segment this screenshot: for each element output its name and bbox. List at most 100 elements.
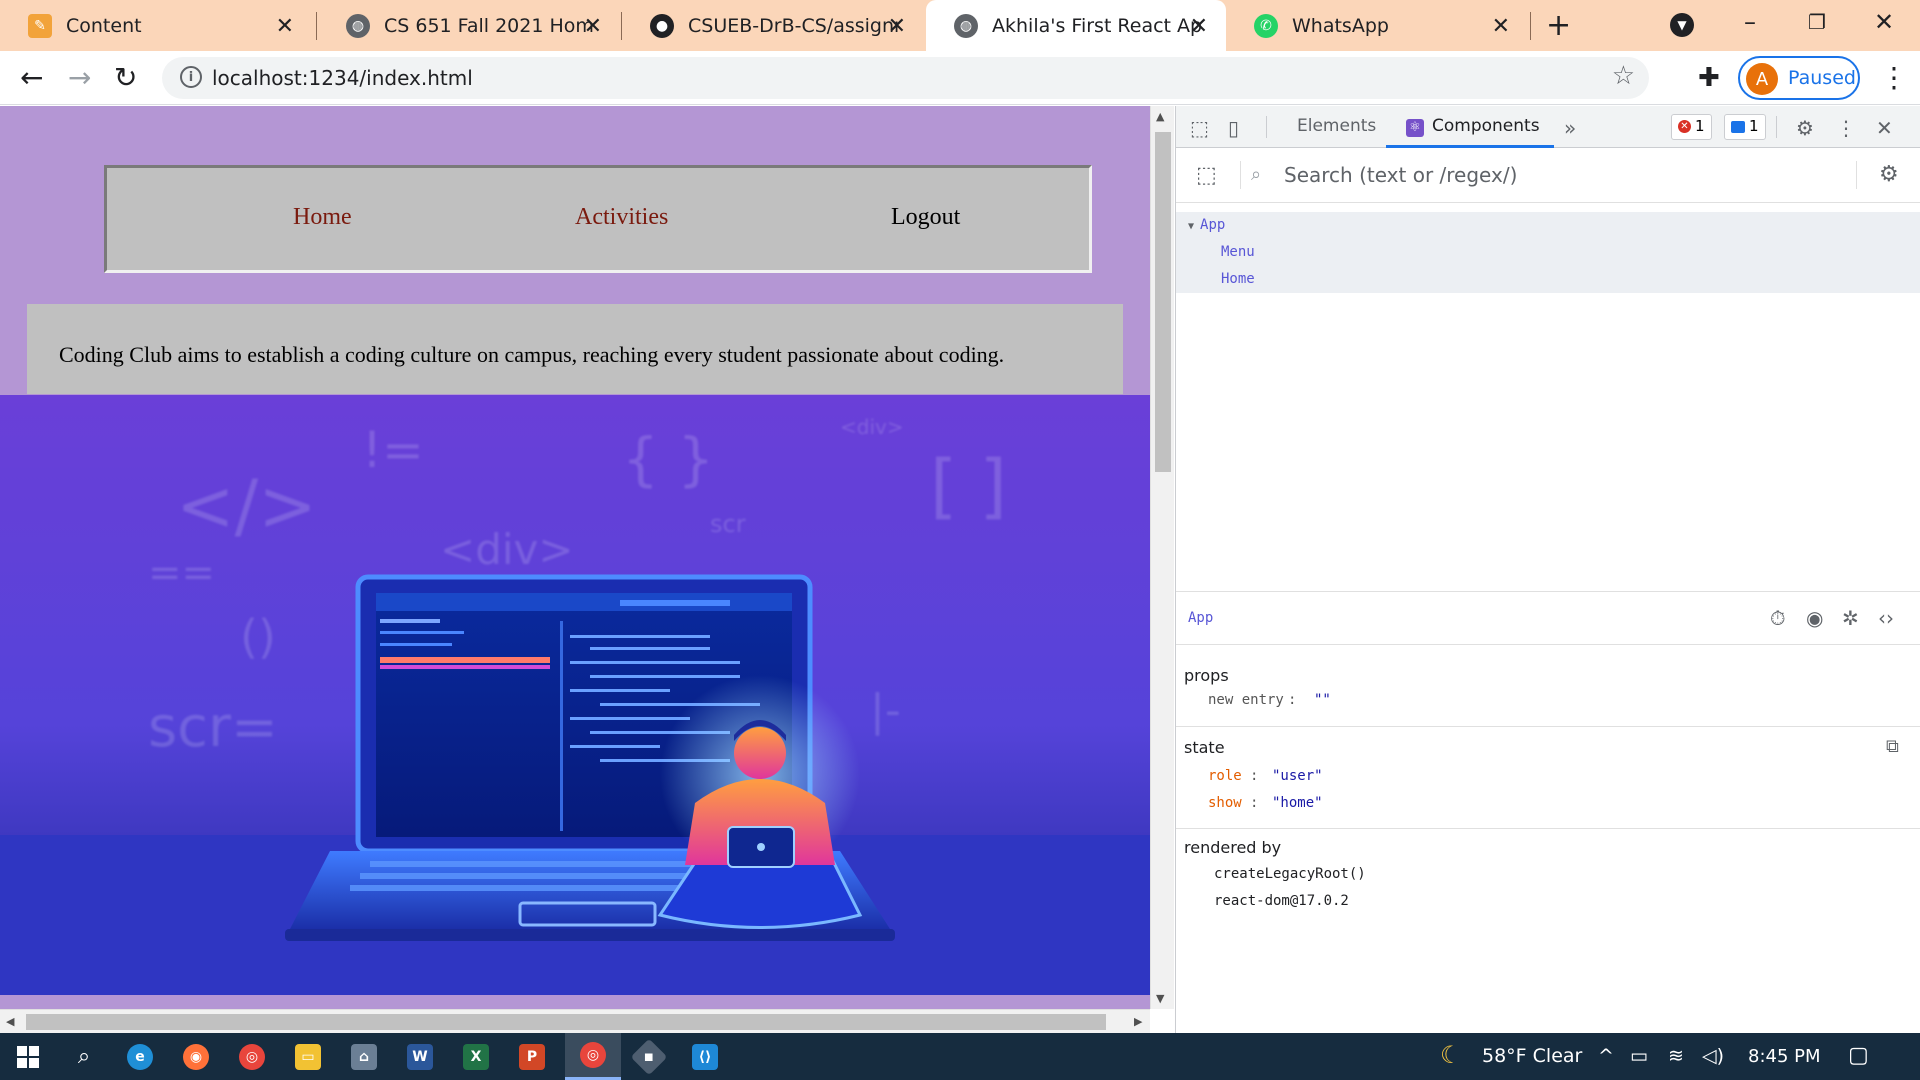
page-vertical-scrollbar[interactable]: ▲ ▼: [1150, 106, 1174, 1009]
tab-elements[interactable]: Elements: [1297, 116, 1376, 136]
powerpoint-icon[interactable]: P: [504, 1033, 560, 1080]
prop-key[interactable]: new entry: [1208, 692, 1284, 708]
moon-weather-icon[interactable]: ☾: [1440, 1041, 1462, 1069]
edge-icon[interactable]: e: [112, 1033, 168, 1080]
collapse-triangle-icon[interactable]: ▼: [1188, 213, 1194, 240]
store-icon[interactable]: ⌂: [336, 1033, 392, 1080]
nav-activities-link[interactable]: Activities: [575, 204, 668, 231]
address-bar[interactable]: i localhost:1234/index.html ☆: [162, 57, 1649, 99]
devtools-panel: ⬚ ▯ Elements ⚛ Components » ✕ 1 1 ⚙ ⋮ ✕ ⬚…: [1175, 106, 1920, 1033]
word-icon[interactable]: W: [392, 1033, 448, 1080]
devtools-menu-icon[interactable]: ⋮: [1836, 116, 1856, 140]
colon: :: [1250, 768, 1259, 784]
close-tab-icon[interactable]: ✕: [1492, 14, 1510, 39]
close-tab-icon[interactable]: ✕: [1190, 14, 1208, 39]
globe-icon: ◍: [346, 13, 370, 38]
prop-value[interactable]: "": [1314, 692, 1331, 708]
notifications-icon[interactable]: ▢: [1848, 1043, 1869, 1068]
firefox-icon[interactable]: ◉: [168, 1033, 224, 1080]
minimize-icon[interactable]: –: [1744, 8, 1756, 36]
pencil-note-icon: ✎: [28, 13, 52, 38]
profile-status: Paused: [1788, 67, 1856, 89]
tab-separator: [316, 12, 317, 40]
site-info-icon[interactable]: i: [180, 66, 202, 88]
state-value[interactable]: "user": [1272, 768, 1323, 784]
clock[interactable]: 8:45 PM: [1748, 1046, 1821, 1067]
state-key[interactable]: show: [1208, 795, 1242, 811]
bug-icon[interactable]: ✲: [1842, 606, 1859, 630]
tree-node-app[interactable]: ▼ App: [1176, 212, 1920, 239]
back-icon[interactable]: ←: [20, 61, 43, 94]
eye-icon[interactable]: ◉: [1806, 606, 1823, 630]
vscode-icon[interactable]: ⟨⟩: [677, 1033, 733, 1080]
new-tab-icon[interactable]: +: [1546, 8, 1571, 43]
scroll-down-arrow-icon[interactable]: ▼: [1156, 992, 1164, 1005]
nav-home-link[interactable]: Home: [293, 204, 352, 231]
page-horizontal-scrollbar[interactable]: ◀ ▶: [0, 1009, 1150, 1033]
tree-node-menu[interactable]: Menu: [1176, 239, 1920, 266]
stopwatch-icon[interactable]: ⏱: [1770, 606, 1786, 630]
divider: [1776, 116, 1777, 138]
tab-react-app[interactable]: ◍ Akhila's First React App ✕: [926, 0, 1226, 51]
window-close-icon[interactable]: ✕: [1874, 8, 1894, 36]
device-toolbar-icon[interactable]: ▯: [1228, 116, 1239, 140]
state-key[interactable]: role: [1208, 768, 1242, 784]
file-explorer-icon[interactable]: ▭: [280, 1033, 336, 1080]
message-count-badge[interactable]: 1: [1724, 114, 1766, 140]
close-tab-icon[interactable]: ✕: [276, 14, 294, 39]
browser-menu-icon[interactable]: ⋮: [1880, 61, 1908, 94]
more-tabs-chevron-icon[interactable]: »: [1564, 116, 1576, 140]
tab-homework[interactable]: ◍ CS 651 Fall 2021 Homework ✕: [318, 0, 620, 51]
url-text[interactable]: localhost:1234/index.html: [212, 66, 473, 90]
battery-icon[interactable]: ▭: [1630, 1045, 1648, 1067]
scroll-left-arrow-icon[interactable]: ◀: [6, 1015, 14, 1028]
tab-search-icon[interactable]: ▼: [1670, 13, 1694, 37]
error-count-badge[interactable]: ✕ 1: [1671, 114, 1712, 140]
tab-content[interactable]: ✎ Content ✕: [0, 0, 312, 51]
tab-strip: ✎ Content ✕ ◍ CS 651 Fall 2021 Homework …: [0, 0, 1920, 51]
forward-icon[interactable]: →: [68, 61, 91, 94]
copy-icon[interactable]: ⧉: [1886, 736, 1899, 757]
close-devtools-icon[interactable]: ✕: [1876, 116, 1893, 140]
reload-icon[interactable]: ↻: [114, 61, 137, 94]
profile-button[interactable]: A Paused: [1738, 56, 1860, 100]
state-value[interactable]: "home": [1272, 795, 1323, 811]
inspect-element-icon[interactable]: ⬚: [1190, 116, 1209, 140]
tab-whatsapp[interactable]: ✆ WhatsApp ✕: [1226, 0, 1528, 51]
volume-icon[interactable]: ◁): [1702, 1045, 1724, 1067]
settings-gear-icon[interactable]: ⚙: [1796, 116, 1814, 140]
component-settings-gear-icon[interactable]: ⚙: [1879, 162, 1899, 187]
wifi-icon[interactable]: ≋: [1668, 1045, 1684, 1067]
scroll-up-arrow-icon[interactable]: ▲: [1156, 110, 1164, 123]
view-source-icon[interactable]: ‹›: [1878, 606, 1894, 630]
bookmark-star-icon[interactable]: ☆: [1612, 61, 1635, 91]
select-component-icon[interactable]: ⬚: [1196, 163, 1217, 188]
component-tree: ▼ App Menu Home: [1176, 212, 1920, 293]
restore-icon[interactable]: ❐: [1808, 10, 1826, 34]
search-icon[interactable]: ⌕: [56, 1033, 112, 1080]
whatsapp-icon: ✆: [1254, 13, 1278, 38]
scrollbar-thumb[interactable]: [1155, 132, 1171, 472]
windows-start-icon[interactable]: [0, 1033, 56, 1080]
state-label: state: [1184, 738, 1225, 757]
divider: [1266, 116, 1267, 138]
tree-node-home[interactable]: Home: [1176, 266, 1920, 293]
close-tab-icon[interactable]: ✕: [584, 14, 602, 39]
extensions-puzzle-icon[interactable]: ✚: [1698, 63, 1720, 93]
close-tab-icon[interactable]: ✕: [888, 14, 906, 39]
renderer-item: createLegacyRoot(): [1214, 866, 1366, 882]
weather-text[interactable]: 58°F Clear: [1482, 1045, 1582, 1067]
git-icon[interactable]: ◆: [621, 1033, 677, 1080]
github-icon: ●: [650, 13, 674, 38]
search-input[interactable]: Search (text or /regex/): [1284, 163, 1517, 187]
show-hidden-icons-chevron-icon[interactable]: ^: [1598, 1045, 1614, 1067]
tab-github[interactable]: ● CSUEB-DrB-CS/assignment ✕: [622, 0, 924, 51]
chrome-icon[interactable]: ◎: [224, 1033, 280, 1080]
chrome-active-icon[interactable]: ◎: [565, 1033, 621, 1080]
nav-logout-link[interactable]: Logout: [891, 204, 960, 231]
excel-icon[interactable]: X: [448, 1033, 504, 1080]
props-label: props: [1184, 666, 1229, 685]
tab-components[interactable]: Components: [1432, 116, 1540, 136]
scrollbar-thumb[interactable]: [26, 1014, 1106, 1030]
scroll-right-arrow-icon[interactable]: ▶: [1134, 1015, 1142, 1028]
